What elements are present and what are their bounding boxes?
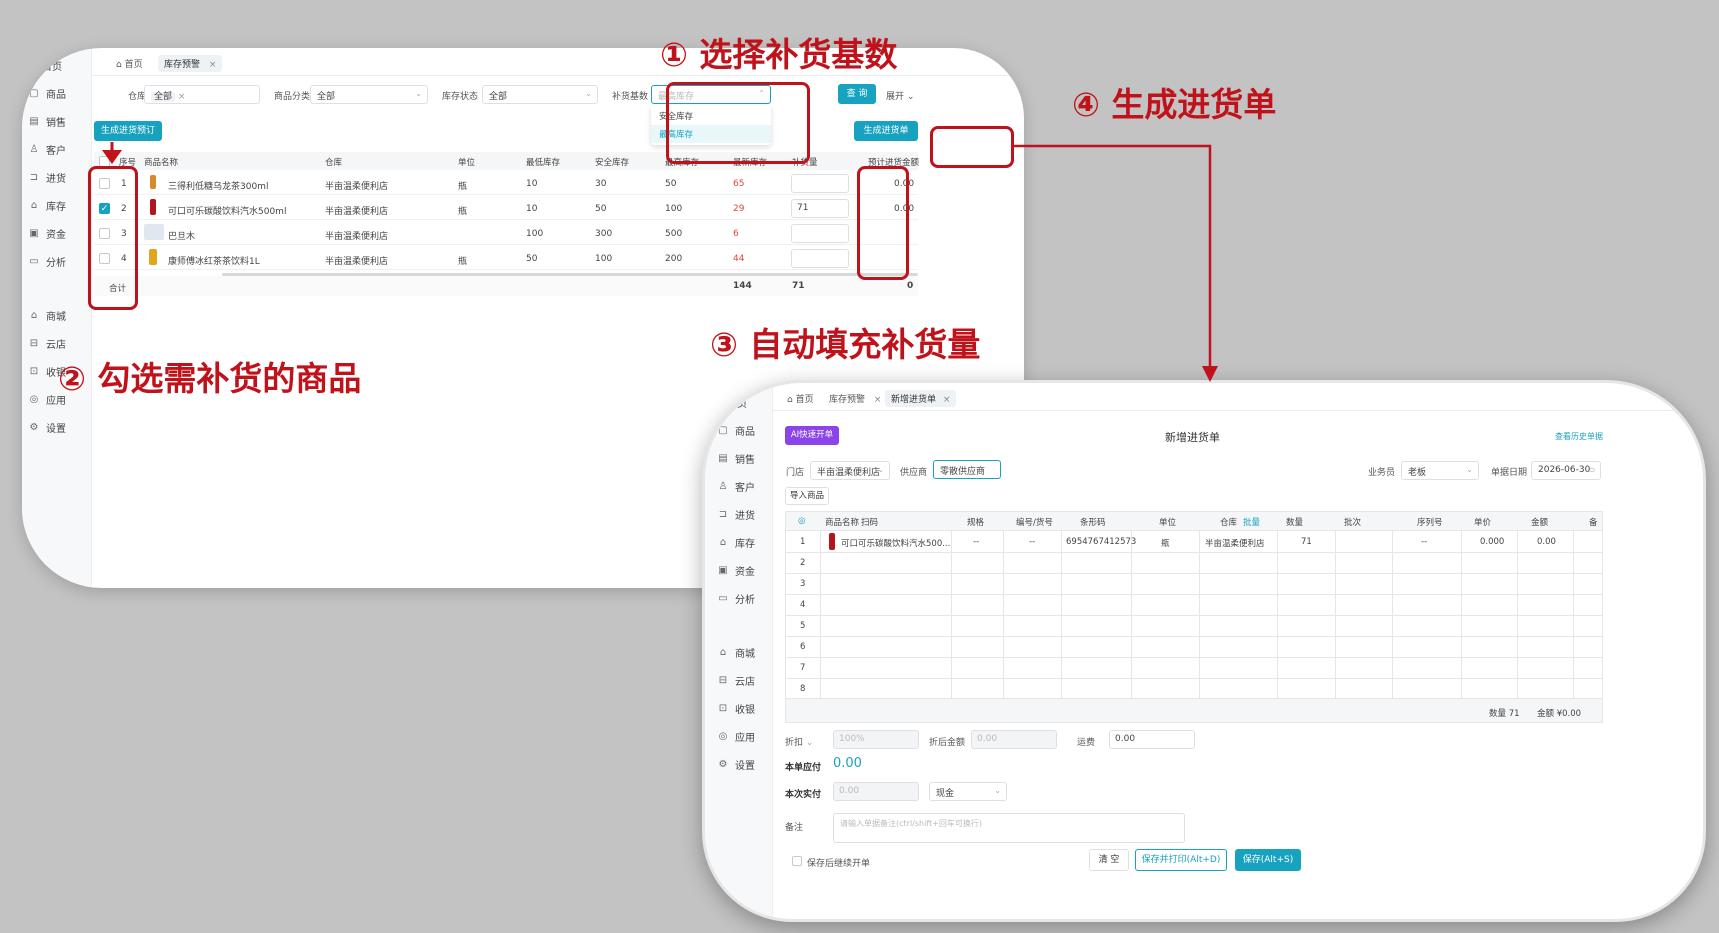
- arrow-head: [1202, 366, 1218, 382]
- arrow-line: [1014, 144, 1212, 372]
- annotation-step-4: ④ 生成进货单: [1072, 85, 1277, 124]
- annotation-step-2: ② 勾选需补货的商品: [58, 359, 362, 398]
- annotation-step-1: ① 选择补货基数: [660, 35, 898, 74]
- annotation-arrows: [102, 142, 1218, 382]
- annotation-step-3: ③ 自动填充补货量: [710, 325, 981, 364]
- arrow-head: [102, 150, 122, 164]
